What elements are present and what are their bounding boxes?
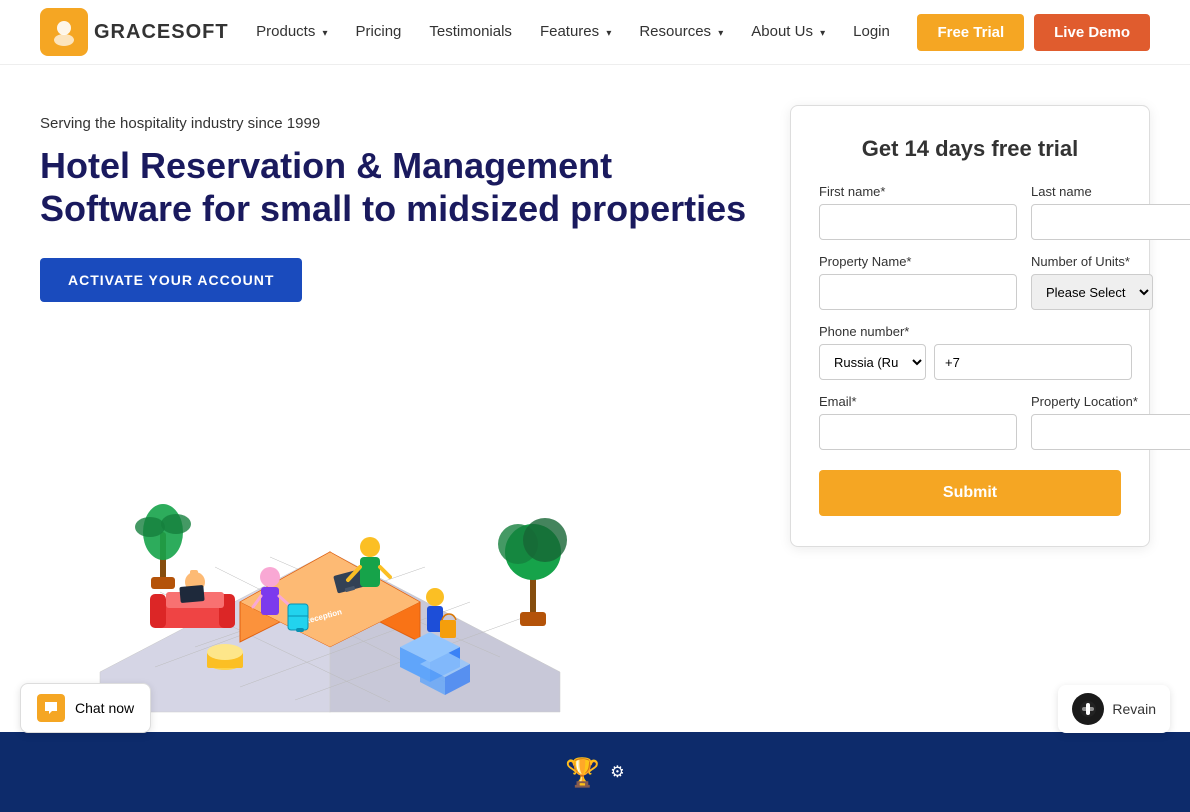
nav-item-pricing[interactable]: Pricing [356, 23, 402, 41]
hero-illustration: Reception [40, 352, 620, 732]
phone-number-input[interactable] [934, 344, 1132, 380]
nav-item-products[interactable]: Products ▾ [256, 23, 327, 41]
logo[interactable]: GRACESOFT [40, 8, 229, 56]
first-name-input[interactable] [819, 204, 1017, 240]
phone-group: Phone number* Russia (Ru [819, 324, 1121, 380]
activate-account-button[interactable]: ACTIVATE YOUR ACCOUNT [40, 258, 302, 302]
property-name-group: Property Name* [819, 254, 1017, 310]
about-caret: ▾ [820, 28, 825, 39]
number-of-units-group: Number of Units* Please Select 1-10 11-2… [1031, 254, 1153, 310]
first-name-label: First name* [819, 184, 1017, 199]
nav-item-features[interactable]: Features ▾ [540, 23, 611, 41]
property-name-label: Property Name* [819, 254, 1017, 269]
chat-widget[interactable]: Chat now [20, 683, 151, 733]
property-name-input[interactable] [819, 274, 1017, 310]
email-input[interactable] [819, 414, 1017, 450]
first-name-group: First name* [819, 184, 1017, 240]
products-caret: ▾ [323, 28, 328, 39]
phone-row: Russia (Ru [819, 344, 1121, 380]
hero-title: Hotel Reservation & Management Software … [40, 144, 770, 230]
nav-item-login[interactable]: Login [853, 23, 890, 41]
logo-text: GRACESOFT [94, 21, 229, 44]
revain-label: Revain [1112, 701, 1156, 717]
property-location-input[interactable] [1031, 414, 1190, 450]
hero-content: Serving the hospitality industry since 1… [40, 105, 770, 732]
nav-actions: Free Trial Live Demo [917, 14, 1150, 51]
free-trial-button[interactable]: Free Trial [917, 14, 1024, 51]
features-caret: ▾ [606, 28, 611, 39]
nav-item-about[interactable]: About Us ▾ [751, 23, 825, 41]
footer: 🏆 ⚙ [0, 732, 1190, 812]
phone-country-select[interactable]: Russia (Ru [819, 344, 926, 380]
trophy-icon: 🏆 [565, 756, 600, 789]
footer-badge-ring: ⚙ [610, 762, 624, 782]
number-of-units-select[interactable]: Please Select 1-10 11-25 26-50 51-100 10… [1031, 274, 1153, 310]
name-row: First name* Last name [819, 184, 1121, 240]
nav-item-testimonials[interactable]: Testimonials [429, 23, 512, 41]
phone-label: Phone number* [819, 324, 1121, 339]
chat-label: Chat now [75, 700, 134, 716]
revain-widget[interactable]: Revain [1058, 685, 1170, 733]
hotel-scene-svg: Reception [40, 352, 620, 732]
navbar: GRACESOFT Products ▾ Pricing Testimonial… [0, 0, 1190, 65]
resources-caret: ▾ [718, 28, 723, 39]
number-of-units-label: Number of Units* [1031, 254, 1153, 269]
signup-form-card: Get 14 days free trial First name* Last … [790, 105, 1150, 547]
revain-icon [1072, 693, 1104, 725]
email-label: Email* [819, 394, 1017, 409]
submit-button[interactable]: Submit [819, 470, 1121, 516]
hero-subtitle: Serving the hospitality industry since 1… [40, 115, 770, 132]
nav-item-resources[interactable]: Resources ▾ [639, 23, 723, 41]
live-demo-button[interactable]: Live Demo [1034, 14, 1150, 51]
email-group: Email* [819, 394, 1017, 450]
hero-section: Serving the hospitality industry since 1… [0, 65, 1190, 732]
last-name-group: Last name [1031, 184, 1190, 240]
property-location-label: Property Location* [1031, 394, 1190, 409]
nav-links: Products ▾ Pricing Testimonials Features… [256, 23, 890, 41]
form-title: Get 14 days free trial [819, 136, 1121, 162]
logo-icon [40, 8, 88, 56]
property-location-group: Property Location* [1031, 394, 1190, 450]
property-row: Property Name* Number of Units* Please S… [819, 254, 1121, 310]
footer-badge: 🏆 ⚙ [565, 756, 624, 789]
chat-icon [37, 694, 65, 722]
last-name-input[interactable] [1031, 204, 1190, 240]
email-location-row: Email* Property Location* [819, 394, 1121, 450]
last-name-label: Last name [1031, 184, 1190, 199]
